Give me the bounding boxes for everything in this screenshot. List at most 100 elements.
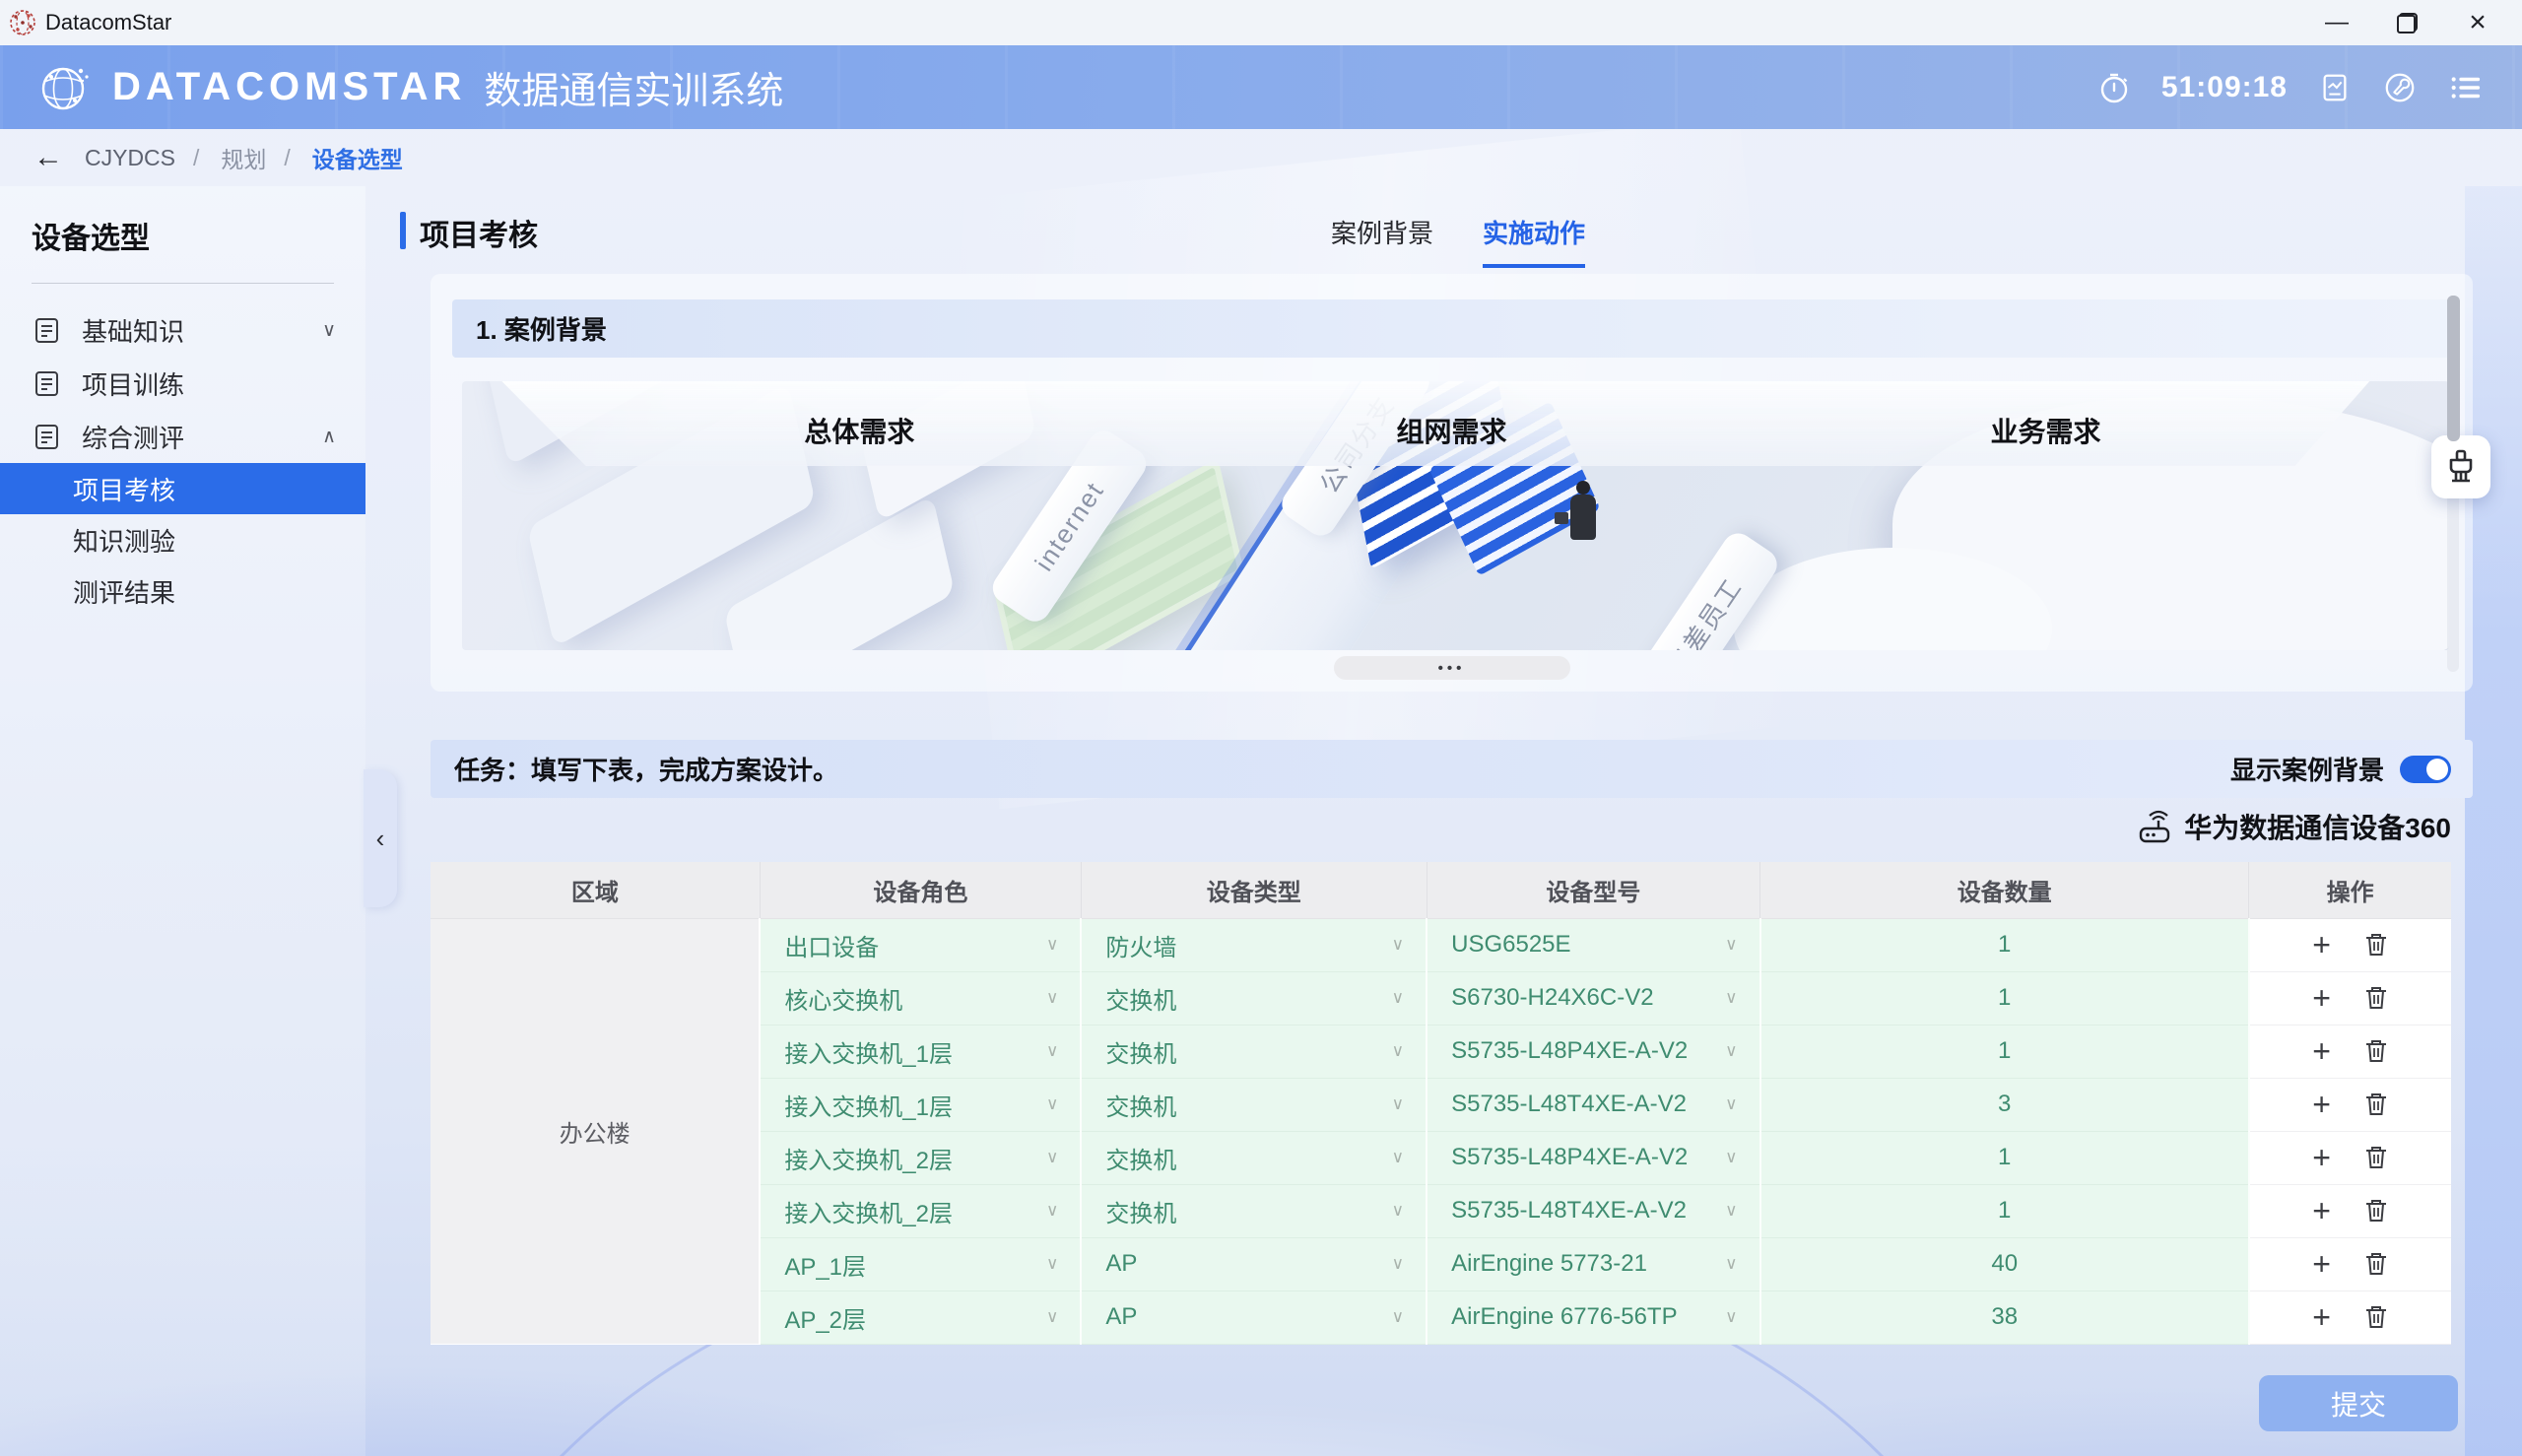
delete-row-button[interactable] <box>2363 1144 2389 1171</box>
add-row-button[interactable]: + <box>2312 980 2331 1017</box>
device-model-value: S5735-L48T4XE-A-V2 <box>1451 1091 1687 1117</box>
device-type-select[interactable]: 防火墙 ∨ <box>1081 918 1427 971</box>
sidebar-subitem-project-assessment[interactable]: 项目考核 <box>0 463 365 514</box>
clean-tool-button[interactable] <box>2431 435 2490 498</box>
header-device-model: 设备型号 <box>1427 862 1759 918</box>
dropdown-caret-icon: ∨ <box>1725 1307 1737 1327</box>
restore-button[interactable] <box>2397 13 2418 33</box>
device-type-select[interactable]: AP ∨ <box>1081 1291 1427 1344</box>
device-quantity-input[interactable]: 1 <box>1760 1025 2249 1078</box>
device-quantity-input[interactable]: 38 <box>1760 1291 2249 1344</box>
dropdown-caret-icon: ∨ <box>1392 1201 1404 1221</box>
task-instruction: 任务：填写下表，完成方案设计。 <box>454 751 838 787</box>
device-role-select[interactable]: 接入交换机_2层 ∨ <box>760 1184 1081 1237</box>
sidebar-item-project-training[interactable]: 项目训练 <box>0 357 365 410</box>
delete-row-button[interactable] <box>2363 931 2389 959</box>
dropdown-caret-icon: ∨ <box>1725 1094 1737 1114</box>
banner-scroll-handle[interactable]: ••• <box>1334 656 1570 680</box>
device-model-select[interactable]: AirEngine 6776-56TP ∨ <box>1427 1291 1759 1344</box>
dropdown-caret-icon: ∨ <box>1725 1148 1737 1167</box>
add-row-button[interactable]: + <box>2312 927 2331 963</box>
device-role-select[interactable]: AP_1层 ∨ <box>760 1237 1081 1291</box>
device-type-select[interactable]: 交换机 ∨ <box>1081 1025 1427 1078</box>
device-model-select[interactable]: S5735-L48T4XE-A-V2 ∨ <box>1427 1078 1759 1131</box>
device-quantity-input[interactable]: 40 <box>1760 1237 2249 1291</box>
add-row-button[interactable]: + <box>2312 1140 2331 1176</box>
dropdown-caret-icon: ∨ <box>1046 988 1058 1008</box>
add-row-button[interactable]: + <box>2312 1299 2331 1336</box>
close-button[interactable]: × <box>2447 0 2508 45</box>
row-actions-cell: + <box>2249 1184 2451 1237</box>
device-role-select[interactable]: 接入交换机_2层 ∨ <box>760 1131 1081 1184</box>
device-quantity-input[interactable]: 3 <box>1760 1078 2249 1131</box>
device-role-select[interactable]: AP_2层 ∨ <box>760 1291 1081 1344</box>
sidebar-item-label: 项目训练 <box>82 365 184 402</box>
dropdown-caret-icon: ∨ <box>1046 1254 1058 1274</box>
breadcrumb-item-planning[interactable]: 规划 <box>221 141 266 174</box>
broom-icon <box>2443 448 2479 486</box>
header-actions: 51:09:18 <box>2096 70 2483 105</box>
device-model-select[interactable]: USG6525E ∨ <box>1427 918 1759 971</box>
device-role-select[interactable]: 接入交换机_1层 ∨ <box>760 1025 1081 1078</box>
menu-list-icon[interactable] <box>2447 70 2483 105</box>
tools-icon[interactable] <box>2382 70 2418 105</box>
submit-button[interactable]: 提交 <box>2259 1375 2458 1431</box>
delete-row-button[interactable] <box>2363 1250 2389 1278</box>
device-model-select[interactable]: AirEngine 5773-21 ∨ <box>1427 1237 1759 1291</box>
page-title: 项目考核 <box>420 211 538 254</box>
show-case-background-toggle[interactable] <box>2400 756 2451 783</box>
back-arrow-icon[interactable]: ← <box>33 141 63 174</box>
banner-overall-requirements-label: 总体需求 <box>804 411 914 450</box>
delete-row-button[interactable] <box>2363 1303 2389 1331</box>
add-row-button[interactable]: + <box>2312 1246 2331 1283</box>
huawei-device-360-link[interactable]: 华为数据通信设备360 <box>2184 807 2451 846</box>
device-model-select[interactable]: S5735-L48T4XE-A-V2 ∨ <box>1427 1184 1759 1237</box>
dropdown-caret-icon: ∨ <box>1046 1094 1058 1114</box>
delete-row-button[interactable] <box>2363 1197 2389 1224</box>
device-type-select[interactable]: 交换机 ∨ <box>1081 971 1427 1025</box>
tab-implementation-actions[interactable]: 实施动作 <box>1483 214 1585 268</box>
device-quantity-input[interactable]: 1 <box>1760 1184 2249 1237</box>
minimize-button[interactable]: — <box>2306 0 2367 45</box>
add-row-button[interactable]: + <box>2312 1087 2331 1123</box>
device-model-select[interactable]: S6730-H24X6C-V2 ∨ <box>1427 971 1759 1025</box>
row-actions-cell: + <box>2249 1237 2451 1291</box>
sidebar-subitem-evaluation-results[interactable]: 测评结果 <box>0 565 365 617</box>
router-icon <box>2137 809 2172 844</box>
device-role-select[interactable]: 出口设备 ∨ <box>760 918 1081 971</box>
device-quantity-input[interactable]: 1 <box>1760 918 2249 971</box>
breadcrumb-item-cjydcs[interactable]: CJYDCS <box>85 145 175 171</box>
device-type-select[interactable]: 交换机 ∨ <box>1081 1078 1427 1131</box>
device-model-value: S5735-L48P4XE-A-V2 <box>1451 1144 1688 1170</box>
device-type-select[interactable]: AP ∨ <box>1081 1237 1427 1291</box>
device-type-select[interactable]: 交换机 ∨ <box>1081 1184 1427 1237</box>
device-role-select[interactable]: 接入交换机_1层 ∨ <box>760 1078 1081 1131</box>
device-quantity-input[interactable]: 1 <box>1760 971 2249 1025</box>
tab-case-background[interactable]: 案例背景 <box>1331 214 1433 268</box>
device-role-value: 接入交换机_2层 <box>784 1148 953 1174</box>
device-model-select[interactable]: S5735-L48P4XE-A-V2 ∨ <box>1427 1025 1759 1078</box>
sidebar-item-comprehensive-evaluation[interactable]: 综合测评 ∧ <box>0 410 365 463</box>
sidebar-subitem-knowledge-quiz[interactable]: 知识测验 <box>0 514 365 565</box>
device-quantity-input[interactable]: 1 <box>1760 1131 2249 1184</box>
report-icon[interactable] <box>2317 70 2353 105</box>
brand-globe-icon <box>37 61 91 114</box>
device-type-select[interactable]: 交换机 ∨ <box>1081 1131 1427 1184</box>
delete-row-button[interactable] <box>2363 1037 2389 1065</box>
delete-row-button[interactable] <box>2363 984 2389 1012</box>
device-model-select[interactable]: S5735-L48P4XE-A-V2 ∨ <box>1427 1131 1759 1184</box>
exam-timer: 51:09:18 <box>2161 71 2288 104</box>
add-row-button[interactable]: + <box>2312 1033 2331 1070</box>
sidebar-item-basic-knowledge[interactable]: 基础知识 ∨ <box>0 303 365 357</box>
device-role-select[interactable]: 核心交换机 ∨ <box>760 971 1081 1025</box>
dropdown-caret-icon: ∨ <box>1725 935 1737 955</box>
breadcrumb: ← CJYDCS / 规划 / 设备选型 <box>0 129 2522 186</box>
table-row: 办公楼 出口设备 ∨ 防火墙 ∨ USG6525E ∨ 1 + <box>431 918 2451 971</box>
header-device-quantity: 设备数量 <box>1760 862 2249 918</box>
device-table-wrapper: 区域 设备角色 设备类型 设备型号 设备数量 操作 办公楼 出口设备 ∨ 防火墙… <box>431 862 2451 1345</box>
breadcrumb-separator: / <box>284 145 290 171</box>
page-scrollbar-thumb[interactable] <box>2447 296 2460 441</box>
dropdown-caret-icon: ∨ <box>1392 988 1404 1008</box>
add-row-button[interactable]: + <box>2312 1193 2331 1229</box>
delete-row-button[interactable] <box>2363 1091 2389 1118</box>
